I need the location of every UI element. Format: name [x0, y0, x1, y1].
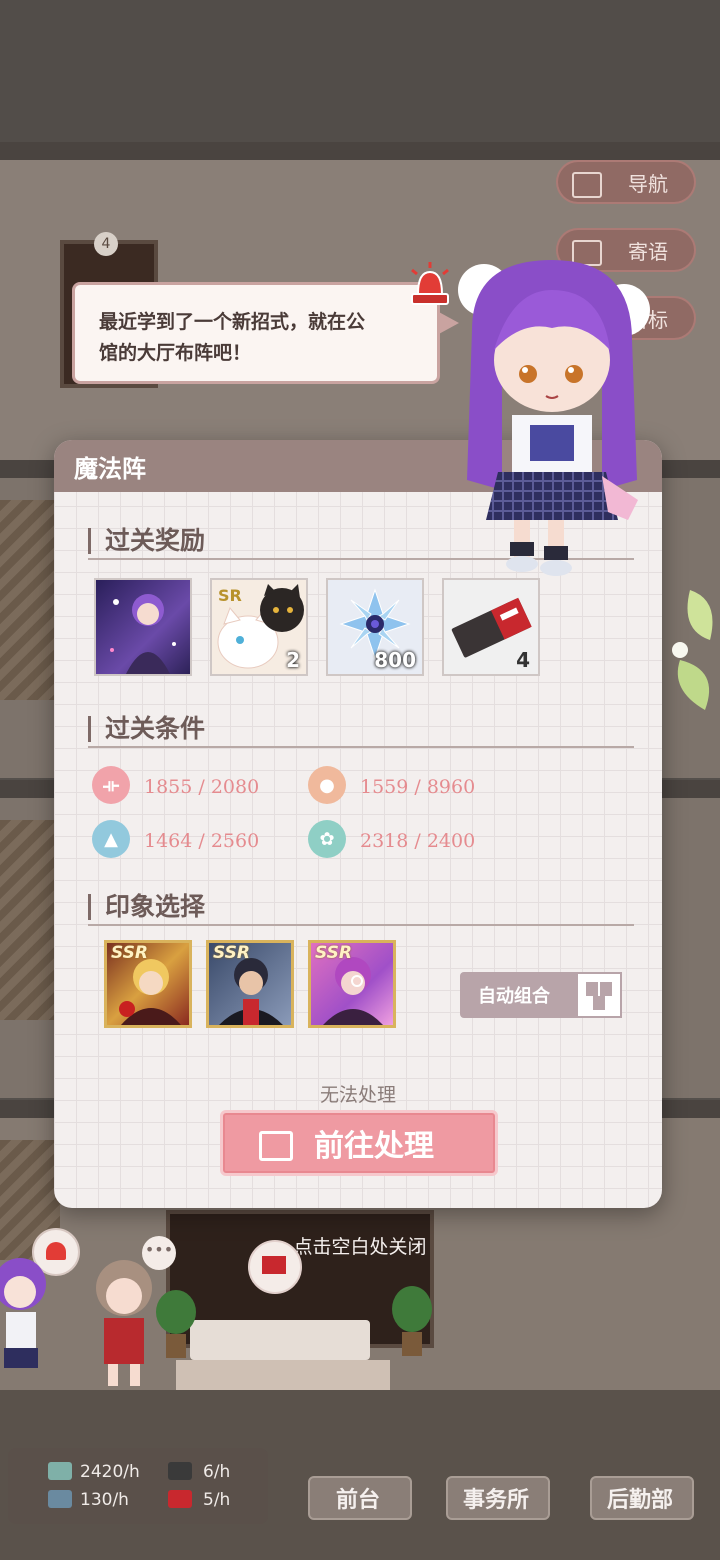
tab-front-desk-label: 前台 — [335, 1488, 380, 1513]
tab-front-desk[interactable]: 前台 — [302, 1430, 414, 1526]
potted-plant — [392, 1286, 432, 1360]
purple-hair-character-card[interactable]: SSR — [308, 940, 396, 1028]
tab-logistics[interactable]: 后勤部 — [584, 1430, 696, 1526]
floor-number-sign: 4 — [94, 232, 118, 256]
purple-hair-girl-character — [458, 260, 650, 576]
potted-plant — [156, 1290, 196, 1360]
condition-fitness: 1855 / 2080 — [144, 776, 259, 798]
person-icon: ● — [308, 766, 346, 804]
purple-girl-lobby-sprite — [0, 1258, 46, 1368]
nav-guide-button[interactable]: 导航 — [556, 160, 696, 204]
dialog-title: 魔法阵 — [74, 454, 146, 483]
condition-current: 1464 — [144, 830, 193, 852]
ssr-rarity-badge: SSR — [213, 943, 250, 963]
fan-icon — [168, 1462, 192, 1480]
go-to-process-label: 前往处理 — [314, 1129, 434, 1164]
condition-knowledge: 1464 / 2560 — [144, 830, 259, 852]
receptionist-sprite — [96, 1260, 152, 1386]
dark-hair-character-card[interactable]: SSR — [206, 940, 294, 1028]
tab-logistics-label: 后勤部 — [606, 1488, 673, 1513]
character-portrait-icon — [110, 594, 176, 674]
character-card-reward[interactable] — [94, 578, 192, 676]
gift-icon — [168, 1490, 192, 1508]
condition-target: / 2400 — [414, 830, 476, 852]
gift-rate: 5/h — [203, 1490, 231, 1510]
map-icon — [572, 172, 602, 198]
conditions-section-title: 过关条件 — [88, 716, 205, 742]
impression-section-title: 印象选择 — [88, 894, 205, 920]
dumbbell-icon: ⟛ — [92, 766, 130, 804]
tab-office-label: 事务所 — [462, 1488, 529, 1513]
graduation-cap-icon: ▲ — [92, 820, 130, 858]
tab-office[interactable]: 事务所 — [440, 1430, 552, 1526]
ssr-rarity-badge: SSR — [111, 943, 148, 963]
fan-rate: 6/h — [203, 1462, 231, 1482]
go-to-process-button[interactable]: 前往处理 — [220, 1110, 498, 1176]
book-rate: 130/h — [80, 1490, 129, 1510]
sr-cat-reward[interactable]: SR 2 — [210, 578, 308, 676]
blonde-character-card[interactable]: SSR — [104, 940, 192, 1028]
reward-count: 4 — [516, 648, 530, 672]
flower-icon: ✿ — [308, 820, 346, 858]
sr-rarity-badge: SR — [218, 586, 242, 605]
speech-bubble: 最近学到了一个新招式，就在公 馆的大厅布阵吧！ — [72, 282, 459, 384]
impression-divider — [88, 924, 634, 926]
rewards-section-title: 过关奖励 — [88, 528, 205, 554]
lobby-mail-bubble-icon[interactable] — [248, 1240, 302, 1294]
condition-current: 2318 — [360, 830, 409, 852]
leaf-decoration-icon — [672, 590, 713, 710]
ssr-rarity-badge: SSR — [315, 943, 352, 963]
condition-target: / 2080 — [198, 776, 260, 798]
cash-icon — [48, 1462, 72, 1480]
crystal-reward[interactable]: 800 — [326, 578, 424, 676]
cards-grid-icon — [576, 972, 622, 1018]
enter-arrow-icon — [259, 1131, 293, 1161]
condition-current: 1559 — [360, 776, 409, 798]
condition-target: / 8960 — [414, 776, 476, 798]
cash-rate: 2420/h — [80, 1462, 140, 1482]
book-icon — [48, 1490, 72, 1508]
cannot-process-text: 无法处理 — [319, 1084, 396, 1106]
ticket-reward[interactable]: 4 — [442, 578, 540, 676]
condition-creativity: 2318 / 2400 — [360, 830, 475, 852]
nav-guide-label: 导航 — [628, 171, 668, 196]
speech-text-line1: 最近学到了一个新招式，就在公 — [99, 311, 366, 333]
resource-panel — [8, 1448, 268, 1524]
alarm-siren-icon — [411, 262, 449, 305]
speech-text-line2: 馆的大厅布阵吧！ — [99, 342, 252, 364]
reward-count: 800 — [374, 648, 416, 672]
auto-combine-button[interactable]: 自动组合 — [460, 972, 622, 1018]
auto-combine-label: 自动组合 — [478, 986, 550, 1007]
reward-count: 2 — [286, 648, 300, 672]
condition-target: / 2560 — [198, 830, 260, 852]
condition-charm: 1559 / 8960 — [360, 776, 475, 798]
conditions-divider — [88, 746, 634, 748]
condition-current: 1855 — [144, 776, 193, 798]
